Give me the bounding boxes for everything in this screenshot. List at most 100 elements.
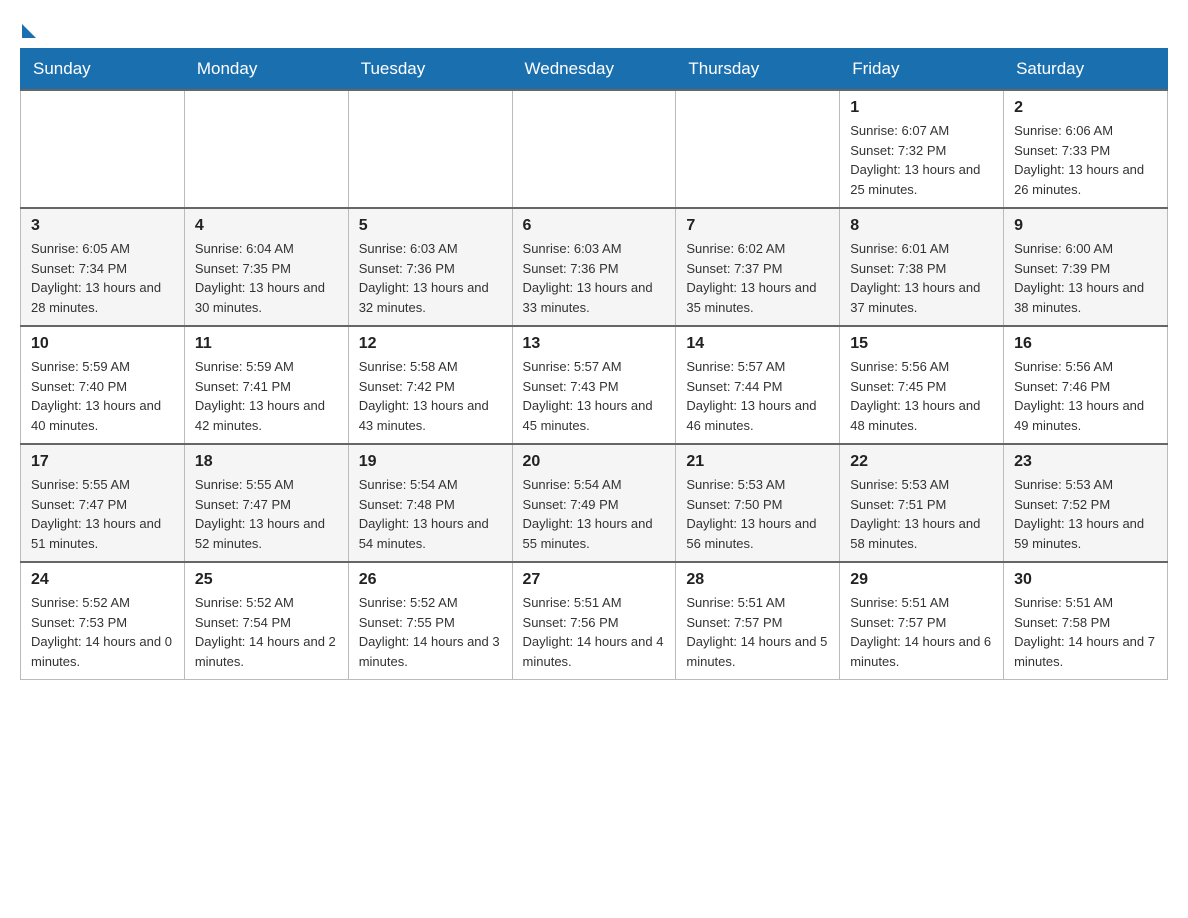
day-number: 21	[686, 453, 829, 471]
day-info: Sunrise: 5:52 AMSunset: 7:53 PMDaylight:…	[31, 593, 174, 671]
calendar-cell: 1 Sunrise: 6:07 AMSunset: 7:32 PMDaylight…	[840, 90, 1004, 208]
day-info: Sunrise: 5:56 AMSunset: 7:46 PMDaylight:…	[1014, 357, 1157, 435]
day-info: Sunrise: 6:00 AMSunset: 7:39 PMDaylight:…	[1014, 239, 1157, 317]
day-info: Sunrise: 6:03 AMSunset: 7:36 PMDaylight:…	[359, 239, 502, 317]
calendar-cell	[512, 90, 676, 208]
day-number: 1	[850, 99, 993, 117]
calendar-header-row: SundayMondayTuesdayWednesdayThursdayFrid…	[21, 49, 1168, 91]
calendar-cell: 19 Sunrise: 5:54 AMSunset: 7:48 PMDayligh…	[348, 444, 512, 562]
calendar-cell: 3 Sunrise: 6:05 AMSunset: 7:34 PMDaylight…	[21, 208, 185, 326]
weekday-header-friday: Friday	[840, 49, 1004, 91]
calendar-cell: 20 Sunrise: 5:54 AMSunset: 7:49 PMDayligh…	[512, 444, 676, 562]
calendar-cell	[21, 90, 185, 208]
calendar-cell: 21 Sunrise: 5:53 AMSunset: 7:50 PMDayligh…	[676, 444, 840, 562]
calendar-cell: 9 Sunrise: 6:00 AMSunset: 7:39 PMDaylight…	[1004, 208, 1168, 326]
calendar-cell: 7 Sunrise: 6:02 AMSunset: 7:37 PMDaylight…	[676, 208, 840, 326]
day-info: Sunrise: 6:06 AMSunset: 7:33 PMDaylight:…	[1014, 121, 1157, 199]
calendar-cell	[184, 90, 348, 208]
day-info: Sunrise: 5:57 AMSunset: 7:43 PMDaylight:…	[523, 357, 666, 435]
day-number: 29	[850, 571, 993, 589]
header	[20, 20, 1168, 32]
day-info: Sunrise: 6:03 AMSunset: 7:36 PMDaylight:…	[523, 239, 666, 317]
calendar-cell: 18Sunrise: 5:55 AMSunset: 7:47 PMDayligh…	[184, 444, 348, 562]
weekday-header-sunday: Sunday	[21, 49, 185, 91]
calendar-cell: 11 Sunrise: 5:59 AMSunset: 7:41 PMDayligh…	[184, 326, 348, 444]
day-number: 14	[686, 335, 829, 353]
day-info: Sunrise: 5:59 AMSunset: 7:40 PMDaylight:…	[31, 357, 174, 435]
day-info: Sunrise: 5:57 AMSunset: 7:44 PMDaylight:…	[686, 357, 829, 435]
day-info: Sunrise: 5:51 AMSunset: 7:57 PMDaylight:…	[850, 593, 993, 671]
calendar-cell: 25 Sunrise: 5:52 AMSunset: 7:54 PMDayligh…	[184, 562, 348, 680]
calendar-cell	[348, 90, 512, 208]
day-number: 24	[31, 571, 174, 589]
day-info: Sunrise: 5:52 AMSunset: 7:54 PMDaylight:…	[195, 593, 338, 671]
calendar-cell: 22 Sunrise: 5:53 AMSunset: 7:51 PMDayligh…	[840, 444, 1004, 562]
day-number: 27	[523, 571, 666, 589]
day-number: 18	[195, 453, 338, 471]
calendar-cell: 13 Sunrise: 5:57 AMSunset: 7:43 PMDayligh…	[512, 326, 676, 444]
day-number: 25	[195, 571, 338, 589]
calendar-cell: 8 Sunrise: 6:01 AMSunset: 7:38 PMDaylight…	[840, 208, 1004, 326]
calendar-cell: 5 Sunrise: 6:03 AMSunset: 7:36 PMDaylight…	[348, 208, 512, 326]
week-row-3: 10 Sunrise: 5:59 AMSunset: 7:40 PMDayligh…	[21, 326, 1168, 444]
day-number: 3	[31, 217, 174, 235]
day-info: Sunrise: 6:01 AMSunset: 7:38 PMDaylight:…	[850, 239, 993, 317]
day-info: Sunrise: 5:55 AMSunset: 7:47 PMDaylight:…	[31, 475, 174, 553]
day-info: Sunrise: 5:58 AMSunset: 7:42 PMDaylight:…	[359, 357, 502, 435]
calendar-cell: 14 Sunrise: 5:57 AMSunset: 7:44 PMDayligh…	[676, 326, 840, 444]
calendar-cell: 15Sunrise: 5:56 AMSunset: 7:45 PMDayligh…	[840, 326, 1004, 444]
calendar-cell	[676, 90, 840, 208]
day-number: 5	[359, 217, 502, 235]
day-info: Sunrise: 5:53 AMSunset: 7:52 PMDaylight:…	[1014, 475, 1157, 553]
day-info: Sunrise: 5:52 AMSunset: 7:55 PMDaylight:…	[359, 593, 502, 671]
day-info: Sunrise: 6:07 AMSunset: 7:32 PMDaylight:…	[850, 121, 993, 199]
day-number: 22	[850, 453, 993, 471]
day-number: 7	[686, 217, 829, 235]
day-info: Sunrise: 5:54 AMSunset: 7:48 PMDaylight:…	[359, 475, 502, 553]
calendar-table: SundayMondayTuesdayWednesdayThursdayFrid…	[20, 48, 1168, 680]
day-number: 30	[1014, 571, 1157, 589]
calendar-cell: 28 Sunrise: 5:51 AMSunset: 7:57 PMDayligh…	[676, 562, 840, 680]
weekday-header-tuesday: Tuesday	[348, 49, 512, 91]
calendar-cell: 12 Sunrise: 5:58 AMSunset: 7:42 PMDayligh…	[348, 326, 512, 444]
day-info: Sunrise: 5:51 AMSunset: 7:58 PMDaylight:…	[1014, 593, 1157, 671]
calendar-cell: 2 Sunrise: 6:06 AMSunset: 7:33 PMDaylight…	[1004, 90, 1168, 208]
calendar-cell: 24 Sunrise: 5:52 AMSunset: 7:53 PMDayligh…	[21, 562, 185, 680]
day-number: 6	[523, 217, 666, 235]
day-info: Sunrise: 5:53 AMSunset: 7:50 PMDaylight:…	[686, 475, 829, 553]
day-info: Sunrise: 6:05 AMSunset: 7:34 PMDaylight:…	[31, 239, 174, 317]
week-row-1: 1 Sunrise: 6:07 AMSunset: 7:32 PMDaylight…	[21, 90, 1168, 208]
calendar-cell: 17 Sunrise: 5:55 AMSunset: 7:47 PMDayligh…	[21, 444, 185, 562]
day-number: 2	[1014, 99, 1157, 117]
day-number: 12	[359, 335, 502, 353]
calendar-cell: 6 Sunrise: 6:03 AMSunset: 7:36 PMDaylight…	[512, 208, 676, 326]
day-number: 13	[523, 335, 666, 353]
day-number: 28	[686, 571, 829, 589]
day-number: 10	[31, 335, 174, 353]
week-row-5: 24 Sunrise: 5:52 AMSunset: 7:53 PMDayligh…	[21, 562, 1168, 680]
weekday-header-saturday: Saturday	[1004, 49, 1168, 91]
day-number: 4	[195, 217, 338, 235]
calendar-cell: 30 Sunrise: 5:51 AMSunset: 7:58 PMDayligh…	[1004, 562, 1168, 680]
weekday-header-thursday: Thursday	[676, 49, 840, 91]
day-number: 11	[195, 335, 338, 353]
day-number: 20	[523, 453, 666, 471]
calendar-cell: 16Sunrise: 5:56 AMSunset: 7:46 PMDayligh…	[1004, 326, 1168, 444]
day-info: Sunrise: 5:51 AMSunset: 7:56 PMDaylight:…	[523, 593, 666, 671]
logo	[20, 20, 36, 32]
weekday-header-monday: Monday	[184, 49, 348, 91]
weekday-header-wednesday: Wednesday	[512, 49, 676, 91]
day-info: Sunrise: 5:53 AMSunset: 7:51 PMDaylight:…	[850, 475, 993, 553]
day-number: 23	[1014, 453, 1157, 471]
week-row-4: 17 Sunrise: 5:55 AMSunset: 7:47 PMDayligh…	[21, 444, 1168, 562]
calendar-cell: 26Sunrise: 5:52 AMSunset: 7:55 PMDayligh…	[348, 562, 512, 680]
day-info: Sunrise: 5:54 AMSunset: 7:49 PMDaylight:…	[523, 475, 666, 553]
day-info: Sunrise: 5:51 AMSunset: 7:57 PMDaylight:…	[686, 593, 829, 671]
day-number: 9	[1014, 217, 1157, 235]
day-number: 8	[850, 217, 993, 235]
day-number: 17	[31, 453, 174, 471]
day-info: Sunrise: 6:02 AMSunset: 7:37 PMDaylight:…	[686, 239, 829, 317]
day-info: Sunrise: 5:59 AMSunset: 7:41 PMDaylight:…	[195, 357, 338, 435]
logo-arrow-icon	[22, 24, 36, 38]
day-number: 19	[359, 453, 502, 471]
